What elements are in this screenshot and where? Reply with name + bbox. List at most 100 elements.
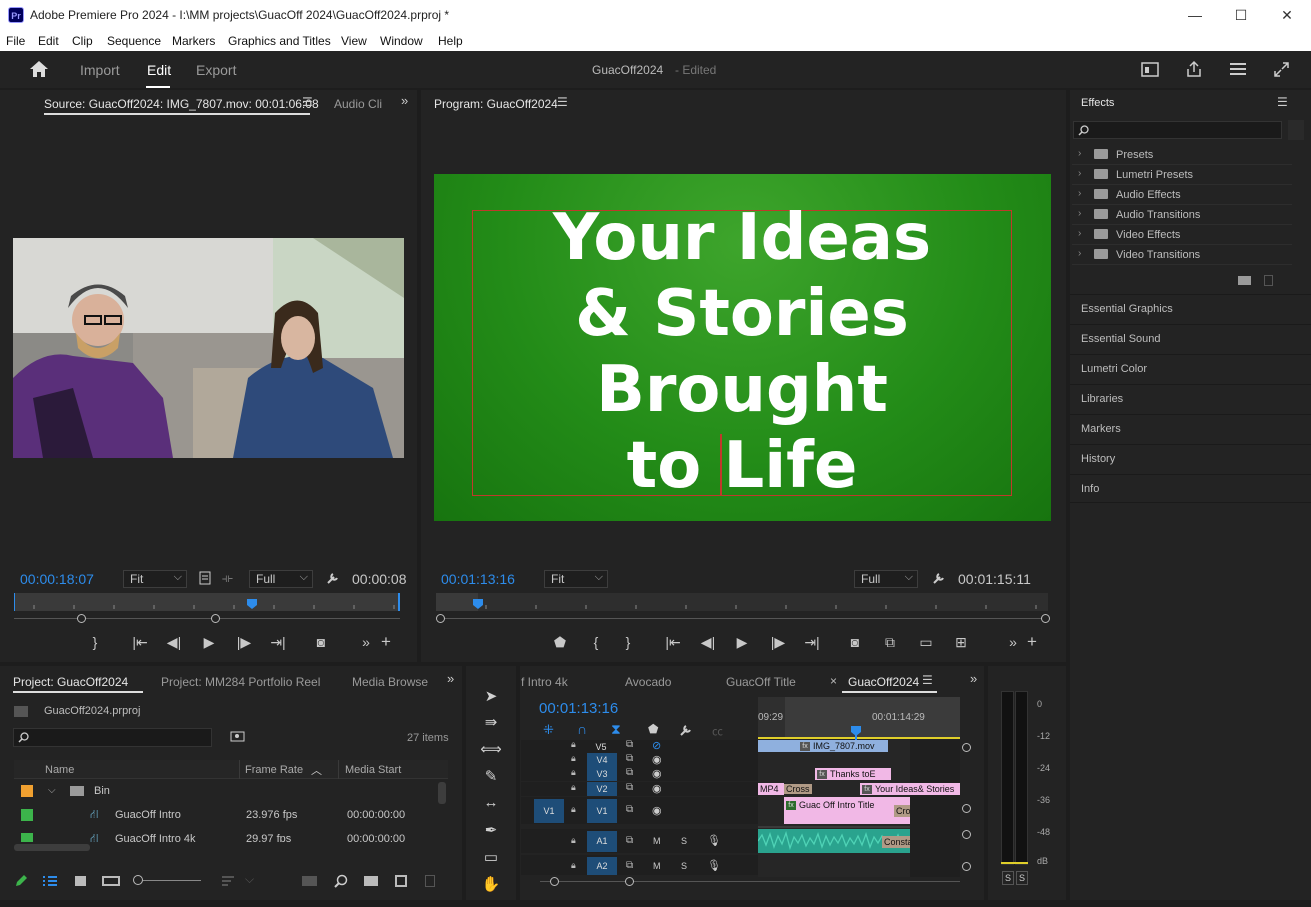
program-zoom-bar[interactable]: [440, 618, 1046, 619]
track-label-a1[interactable]: A1: [587, 831, 617, 852]
tab-project-mm284[interactable]: Project: MM284 Portfolio Reel: [161, 675, 320, 689]
play-button[interactable]: ▶: [199, 634, 219, 651]
video-scroll-handle-bottom[interactable]: [962, 804, 971, 813]
step-forward-button[interactable]: |▶: [768, 634, 788, 651]
menu-clip[interactable]: Clip: [72, 34, 93, 48]
project-row-guacoff-intro[interactable]: ⛙ GuacOff Intro 23.976 fps 00:00:00:00: [14, 804, 448, 828]
microphone-icon[interactable]: 🎙︎: [707, 834, 721, 847]
transition-consta[interactable]: Consta: [882, 836, 910, 848]
tab-audio-clip[interactable]: Audio Cli: [334, 97, 382, 111]
meter-solo-left-button[interactable]: S: [1002, 871, 1014, 885]
trash-icon[interactable]: [1264, 275, 1273, 286]
tab-import[interactable]: Import: [80, 62, 120, 78]
solo-button[interactable]: S: [681, 836, 687, 846]
new-bin-effects-icon[interactable]: [1288, 120, 1304, 140]
export-frame-camera-icon[interactable]: ◙: [311, 634, 331, 650]
clip-img-7807[interactable]: fx IMG_7807.mov: [758, 740, 888, 752]
step-forward-button[interactable]: |▶: [234, 634, 254, 651]
menu-view[interactable]: View: [341, 34, 367, 48]
drag-video-icon[interactable]: ⟛: [222, 571, 233, 586]
program-zoom-handle-left[interactable]: [436, 614, 445, 623]
sort-ascending-icon[interactable]: ︿: [311, 762, 322, 778]
column-media-start[interactable]: Media Start: [345, 764, 401, 776]
tab-program[interactable]: Program: GuacOff2024: [434, 97, 558, 111]
mark-in-button[interactable]: {: [586, 634, 606, 650]
comparison-view-icon[interactable]: ⧉: [880, 634, 900, 651]
lock-icon[interactable]: 🔒︎: [571, 804, 576, 815]
lock-icon[interactable]: 🔒︎: [571, 782, 576, 793]
mark-out-button[interactable]: }: [85, 634, 105, 650]
effects-item-audio-effects[interactable]: › Audio Effects: [1072, 185, 1292, 205]
project-row-guacoff-intro-4k[interactable]: ⛙ GuacOff Intro 4k 29.97 fps 00:00:00:00: [14, 828, 448, 842]
effects-item-presets[interactable]: › Presets: [1072, 145, 1292, 165]
pen-tool-icon[interactable]: ✒: [480, 821, 502, 839]
timeline-playhead[interactable]: [850, 725, 862, 737]
source-panel-menu-icon[interactable]: ☰: [302, 95, 313, 109]
tab-export[interactable]: Export: [196, 62, 236, 78]
source-zoom-handle-left[interactable]: [77, 614, 86, 623]
search-icon[interactable]: [334, 874, 348, 888]
pencil-icon[interactable]: [14, 874, 28, 888]
zoom-slider-handle[interactable]: [133, 875, 143, 885]
clip-thanks[interactable]: fx Thanks toE: [815, 768, 891, 780]
column-divider[interactable]: [239, 760, 240, 779]
add-marker-button[interactable]: ⬟: [550, 634, 570, 651]
progress-icon[interactable]: [1228, 61, 1248, 77]
source-timecode[interactable]: 00:00:18:07: [20, 571, 94, 587]
captions-icon[interactable]: ㏄: [712, 723, 723, 739]
snap-magnet-icon[interactable]: ∩: [577, 721, 587, 737]
selection-tool-icon[interactable]: ➤: [480, 687, 502, 705]
meter-solo-right-button[interactable]: S: [1016, 871, 1028, 885]
program-fit-dropdown[interactable]: Fit: [544, 569, 608, 588]
track-label-v3[interactable]: V3: [587, 767, 617, 781]
new-bin-icon[interactable]: [364, 876, 378, 886]
sync-lock-icon[interactable]: ⧉: [626, 835, 633, 846]
audio-scroll-handle-bottom[interactable]: [962, 862, 971, 871]
effects-item-video-transitions[interactable]: › Video Transitions: [1072, 245, 1292, 265]
tab-intro-4k[interactable]: f Intro 4k: [521, 675, 568, 689]
tab-avocado[interactable]: Avocado: [625, 675, 671, 689]
program-timecode[interactable]: 00:01:13:16: [441, 571, 515, 587]
program-title-text[interactable]: Your Ideas & Stories Brought to Life: [472, 200, 1012, 504]
audio-scroll-handle-top[interactable]: [962, 830, 971, 839]
layout-icon[interactable]: [1141, 62, 1159, 77]
panel-history[interactable]: History: [1070, 444, 1311, 473]
tab-project-guacoff2024[interactable]: Project: GuacOff2024: [13, 675, 128, 689]
menu-markers[interactable]: Markers: [172, 34, 215, 48]
razor-tool-icon[interactable]: ✎: [480, 767, 502, 785]
rectangle-tool-icon[interactable]: ▭: [480, 848, 502, 866]
fullscreen-icon[interactable]: [1273, 61, 1290, 78]
track-label-v1[interactable]: V1: [587, 799, 617, 823]
effects-item-lumetri-presets[interactable]: › Lumetri Presets: [1072, 165, 1292, 185]
track-label-v5[interactable]: V5: [590, 740, 612, 754]
chevron-down-icon[interactable]: ⌵: [48, 785, 56, 796]
add-button-icon[interactable]: +: [1022, 632, 1042, 652]
sort-icon[interactable]: [221, 875, 235, 887]
sort-dropdown-icon[interactable]: ⌵: [245, 872, 254, 887]
column-divider[interactable]: [338, 760, 339, 779]
sync-lock-icon[interactable]: ⧉: [626, 753, 633, 764]
go-to-in-button[interactable]: |⇤: [663, 634, 683, 651]
eye-icon[interactable]: ◉: [652, 753, 662, 766]
more-tabs-icon[interactable]: »: [401, 93, 408, 108]
tab-source[interactable]: Source: GuacOff2024: IMG_7807.mov: 00:01…: [44, 97, 319, 111]
more-tabs-icon[interactable]: »: [447, 671, 454, 686]
source-patch-v1[interactable]: V1: [534, 799, 564, 823]
more-tabs-icon[interactable]: »: [970, 671, 977, 686]
menu-file[interactable]: File: [6, 34, 25, 48]
tab-media-browser[interactable]: Media Browse: [352, 675, 428, 689]
step-back-button[interactable]: ◀|: [164, 634, 184, 651]
label-color-swatch[interactable]: [21, 785, 33, 797]
go-to-out-button[interactable]: ⇥|: [802, 634, 822, 651]
lock-icon[interactable]: 🔒︎: [571, 860, 576, 871]
source-quality-dropdown[interactable]: Full: [249, 569, 313, 588]
program-playhead[interactable]: [472, 598, 484, 610]
lock-icon[interactable]: 🔒︎: [571, 753, 576, 764]
video-scroll-handle-top[interactable]: [962, 743, 971, 752]
solo-button[interactable]: S: [681, 861, 687, 871]
source-zoom-handle-right[interactable]: [211, 614, 220, 623]
panel-libraries[interactable]: Libraries: [1070, 384, 1311, 413]
zoom-slider-track[interactable]: [143, 880, 201, 881]
sync-lock-icon[interactable]: ⧉: [626, 804, 633, 815]
project-search-input[interactable]: [13, 728, 212, 747]
